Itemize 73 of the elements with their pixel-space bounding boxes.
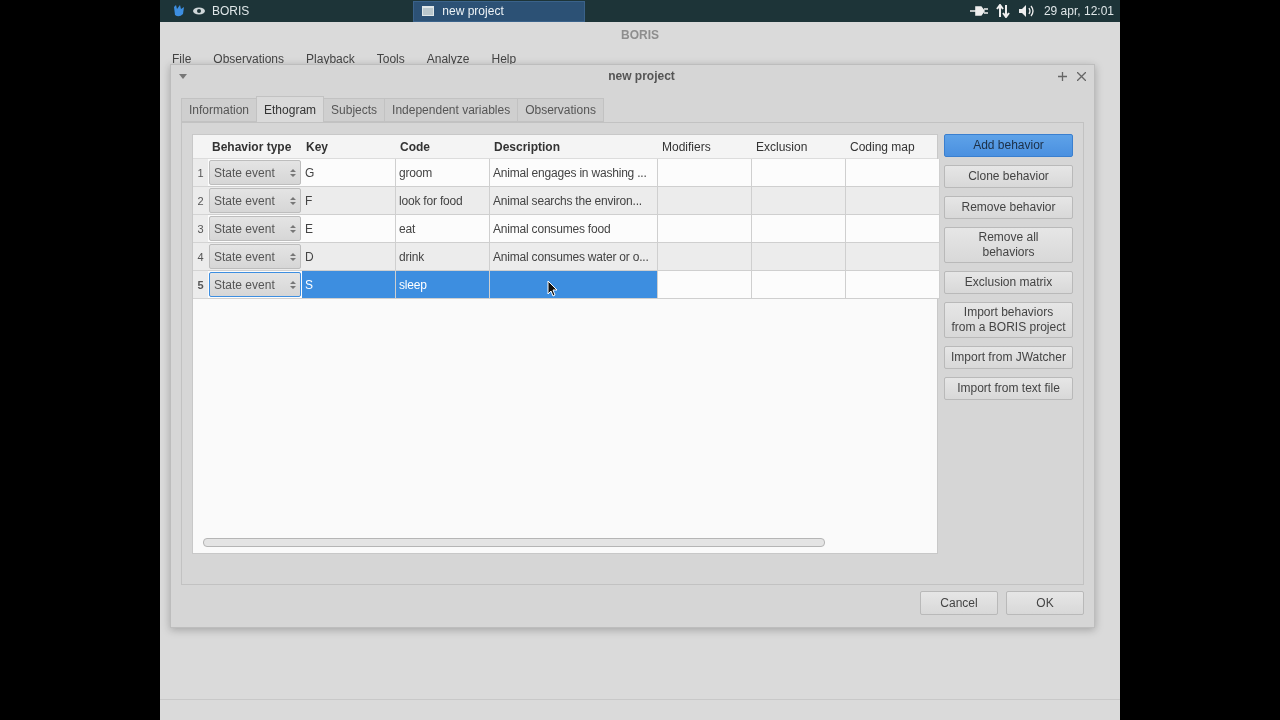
table-cell: eat	[396, 215, 490, 243]
behavior-type-dropdown[interactable]: State event	[209, 244, 301, 269]
dialog-title: new project	[607, 69, 676, 83]
menu-item[interactable]: Observations	[207, 52, 291, 66]
row-number[interactable]: 1	[193, 159, 208, 187]
behavior-type-dropdown[interactable]: State event	[209, 160, 301, 185]
row-number[interactable]: 4	[193, 243, 208, 271]
clock: 29 apr, 12:01	[1043, 4, 1114, 18]
column-header[interactable]: Code	[396, 135, 490, 158]
table-cell: Animal consumes food	[490, 215, 658, 243]
close-icon[interactable]	[1077, 71, 1086, 81]
table-cell: Animal consumes water or o...	[490, 243, 658, 271]
column-header[interactable]: Modifiers	[658, 135, 752, 158]
tab[interactable]: Information	[181, 98, 258, 122]
behavior-type-dropdown[interactable]: State event	[209, 188, 301, 213]
action-button[interactable]: Import from text file	[944, 377, 1073, 400]
table-cell: Animal searchs the environ...	[490, 187, 658, 215]
table-cell: groom	[396, 159, 490, 187]
spinner-arrows-icon	[290, 195, 296, 206]
spinner-arrows-icon	[290, 167, 296, 178]
row-number[interactable]: 3	[193, 215, 208, 243]
taskbar-app[interactable]: BORIS	[212, 4, 250, 18]
action-button[interactable]: Import behaviors from a BORIS project	[944, 302, 1073, 338]
menu-item[interactable]: File	[166, 52, 198, 66]
table-cell: D	[302, 243, 396, 271]
maximize-icon[interactable]	[1058, 71, 1067, 81]
behavior-type-dropdown[interactable]: State event	[209, 272, 301, 297]
spinner-arrows-icon	[290, 223, 296, 234]
menu-item[interactable]: Analyze	[420, 52, 476, 66]
column-header[interactable]: Coding map	[846, 135, 940, 158]
table-cell: F	[302, 187, 396, 215]
column-header[interactable]: Behavior type	[208, 135, 302, 158]
tab[interactable]: Independent variables	[384, 98, 519, 122]
eye-icon	[192, 6, 206, 16]
row-number[interactable]: 5	[193, 271, 208, 299]
dialog-button[interactable]: OK	[1006, 591, 1084, 615]
action-button[interactable]: Add behavior	[944, 134, 1073, 157]
window-menu-icon[interactable]	[179, 73, 187, 79]
window-title: BORIS	[621, 28, 659, 42]
action-button[interactable]: Import from JWatcher	[944, 346, 1073, 369]
behavior-type-dropdown[interactable]: State event	[209, 216, 301, 241]
table-cell: Animal engages in washing ...	[490, 159, 658, 187]
action-button[interactable]: Exclusion matrix	[944, 271, 1073, 294]
table-cell: sleep	[396, 271, 490, 299]
app-menu-icon[interactable]	[172, 4, 186, 18]
taskbar-window-button[interactable]: new project	[413, 0, 586, 22]
scrollbar[interactable]	[203, 538, 825, 547]
table-cell: E	[302, 215, 396, 243]
window-icon	[422, 6, 435, 16]
column-header[interactable]: Exclusion	[752, 135, 846, 158]
tab[interactable]: Subjects	[323, 98, 386, 122]
network-arrows-icon[interactable]	[995, 4, 1010, 18]
mouse-pointer-icon	[547, 280, 558, 297]
plug-icon[interactable]	[969, 5, 988, 17]
spinner-arrows-icon	[290, 279, 296, 290]
tab[interactable]: Ethogram	[256, 96, 325, 122]
tab[interactable]: Observations	[517, 98, 604, 122]
table-cell: S	[302, 271, 396, 299]
column-header[interactable]: Key	[302, 135, 396, 158]
action-button[interactable]: Remove behavior	[944, 196, 1073, 219]
menu-item[interactable]: Tools	[370, 52, 411, 66]
column-header[interactable]: Description	[490, 135, 658, 158]
menu-item[interactable]: Help	[485, 52, 523, 66]
action-button[interactable]: Remove all behaviors	[944, 227, 1073, 263]
menu-item[interactable]: Playback	[300, 52, 361, 66]
action-button[interactable]: Clone behavior	[944, 165, 1073, 188]
table-cell: G	[302, 159, 396, 187]
speaker-icon[interactable]	[1017, 4, 1036, 18]
table-cell: look for food	[396, 187, 490, 215]
row-number[interactable]: 2	[193, 187, 208, 215]
table-cell: drink	[396, 243, 490, 271]
dialog-button[interactable]: Cancel	[920, 591, 998, 615]
spinner-arrows-icon	[290, 251, 296, 262]
